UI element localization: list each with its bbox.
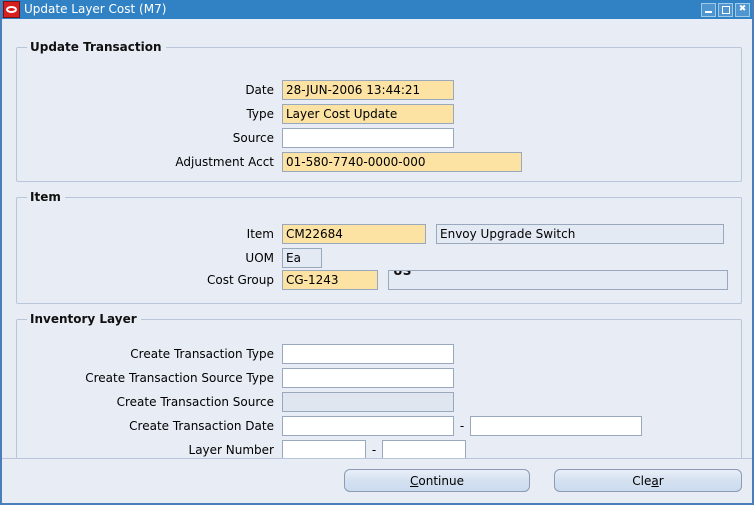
item-row: Item CM22684 Envoy Upgrade Switch (16, 224, 724, 244)
source-label: Source (232, 131, 274, 145)
source-field[interactable] (282, 128, 454, 148)
window-title: Update Layer Cost (M7) (24, 2, 167, 16)
create-transaction-date-to-field[interactable] (470, 416, 642, 436)
update-layer-cost-window: Update Layer Cost (M7) ✖ Update Transact… (0, 0, 754, 505)
form-body: Update Transaction Date 28-JUN-2006 13:4… (2, 19, 752, 503)
layer-number-row: Layer Number - (16, 440, 466, 460)
cost-group-row: Cost Group CG-1243 US (16, 270, 728, 290)
cost-group-field[interactable]: CG-1243 (282, 270, 378, 290)
layer-number-separator: - (371, 443, 377, 457)
uom-field[interactable]: Ea (282, 248, 322, 268)
window-controls: ✖ (701, 2, 750, 17)
adjustment-acct-field[interactable]: 01-580-7740-0000-000 (282, 152, 522, 172)
clear-button-mnemonic: a (651, 473, 659, 488)
uom-row: UOM Ea (16, 248, 322, 268)
maximize-button[interactable] (718, 2, 733, 17)
date-label: Date (245, 83, 274, 97)
item-group-title: Item (27, 190, 65, 204)
cost-group-description-field: US (388, 270, 728, 290)
create-transaction-source-type-field[interactable] (282, 368, 454, 388)
close-button[interactable]: ✖ (735, 2, 750, 17)
minimize-button[interactable] (701, 2, 716, 17)
minimize-icon (702, 4, 715, 16)
layer-number-to-field[interactable] (382, 440, 466, 460)
oracle-logo-icon (3, 1, 20, 18)
create-transaction-date-row: Create Transaction Date - (16, 416, 642, 436)
cost-group-description-text: US (393, 270, 412, 278)
create-transaction-source-label: Create Transaction Source (116, 395, 274, 409)
create-transaction-type-field[interactable] (282, 344, 454, 364)
window-titlebar[interactable]: Update Layer Cost (M7) ✖ (2, 0, 752, 19)
maximize-icon (719, 4, 732, 16)
create-transaction-type-row: Create Transaction Type (16, 344, 454, 364)
create-transaction-date-separator: - (459, 419, 465, 433)
source-row: Source (16, 128, 454, 148)
item-description-field: Envoy Upgrade Switch (436, 224, 724, 244)
type-field[interactable]: Layer Cost Update (282, 104, 454, 124)
create-transaction-date-from-field[interactable] (282, 416, 454, 436)
clear-button-label-pre: Cle (632, 473, 652, 488)
inventory-layer-group-title: Inventory Layer (27, 312, 141, 326)
create-transaction-source-type-label: Create Transaction Source Type (85, 371, 274, 385)
oracle-ring-shape (6, 6, 17, 13)
continue-button-label: ontinue (418, 473, 464, 488)
continue-button[interactable]: Continue (344, 469, 530, 492)
uom-label: UOM (245, 251, 274, 265)
layer-number-label: Layer Number (188, 443, 274, 457)
item-label: Item (246, 227, 274, 241)
adjustment-acct-row: Adjustment Acct 01-580-7740-0000-000 (16, 152, 522, 172)
clear-button-label-post: r (658, 473, 664, 488)
create-transaction-source-type-row: Create Transaction Source Type (16, 368, 454, 388)
button-bar: Continue Cle a r (2, 458, 752, 503)
create-transaction-source-field (282, 392, 454, 412)
date-row: Date 28-JUN-2006 13:44:21 (16, 80, 454, 100)
create-transaction-date-label: Create Transaction Date (129, 419, 274, 433)
type-label: Type (246, 107, 274, 121)
cost-group-label: Cost Group (206, 273, 274, 287)
create-transaction-type-label: Create Transaction Type (130, 347, 274, 361)
date-field[interactable]: 28-JUN-2006 13:44:21 (282, 80, 454, 100)
adjustment-acct-label: Adjustment Acct (175, 155, 274, 169)
update-transaction-group-title: Update Transaction (27, 40, 166, 54)
item-field[interactable]: CM22684 (282, 224, 426, 244)
continue-button-mnemonic: C (410, 473, 419, 488)
type-row: Type Layer Cost Update (16, 104, 454, 124)
layer-number-from-field[interactable] (282, 440, 366, 460)
clear-button[interactable]: Cle a r (554, 469, 742, 492)
create-transaction-source-row: Create Transaction Source (16, 392, 454, 412)
close-icon: ✖ (738, 4, 747, 14)
